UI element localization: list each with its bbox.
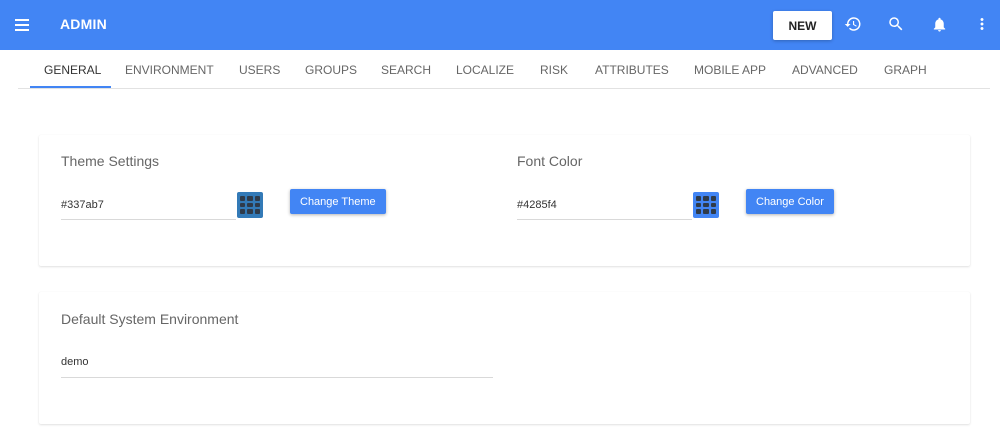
new-button[interactable]: NEW (773, 11, 832, 40)
history-icon[interactable] (840, 11, 866, 37)
change-color-button[interactable]: Change Color (746, 189, 834, 214)
theme-color-underline (61, 219, 236, 220)
theme-settings-card: Theme Settings #337ab7 Change Theme Font… (39, 135, 970, 266)
font-color-picker-icon[interactable] (693, 192, 719, 218)
default-environment-title: Default System Environment (61, 311, 239, 327)
tabs-divider (18, 88, 990, 89)
tab-advanced[interactable]: ADVANCED (792, 63, 858, 77)
tab-attributes[interactable]: ATTRIBUTES (595, 63, 669, 77)
admin-tabs: GENERAL ENVIRONMENT USERS GROUPS SEARCH … (0, 51, 1000, 89)
theme-color-field[interactable]: #337ab7 (61, 199, 104, 211)
theme-settings-title: Theme Settings (61, 153, 160, 169)
tab-search[interactable]: SEARCH (381, 63, 431, 77)
menu-icon[interactable] (10, 13, 34, 37)
tab-general[interactable]: GENERAL (44, 63, 101, 77)
tab-environment[interactable]: ENVIRONMENT (125, 63, 214, 77)
app-header: ADMIN NEW (0, 0, 1000, 50)
font-color-title: Font Color (517, 153, 583, 169)
font-color-field[interactable]: #4285f4 (517, 199, 557, 211)
tab-users[interactable]: USERS (239, 63, 280, 77)
default-environment-underline (61, 377, 493, 378)
tab-localize[interactable]: LOCALIZE (456, 63, 514, 77)
tab-graph[interactable]: GRAPH (884, 63, 927, 77)
tab-risk[interactable]: RISK (540, 63, 568, 77)
change-theme-button[interactable]: Change Theme (290, 189, 386, 214)
default-environment-card: Default System Environment demo (39, 292, 970, 424)
more-vert-icon[interactable] (969, 11, 995, 37)
theme-color-picker-icon[interactable] (237, 192, 263, 218)
app-title: ADMIN (60, 16, 107, 32)
default-environment-field[interactable]: demo (61, 356, 89, 368)
tab-mobile-app[interactable]: MOBILE APP (694, 63, 766, 77)
search-icon[interactable] (883, 11, 909, 37)
tab-groups[interactable]: GROUPS (305, 63, 357, 77)
bell-icon[interactable] (926, 11, 952, 37)
font-color-underline (517, 219, 692, 220)
